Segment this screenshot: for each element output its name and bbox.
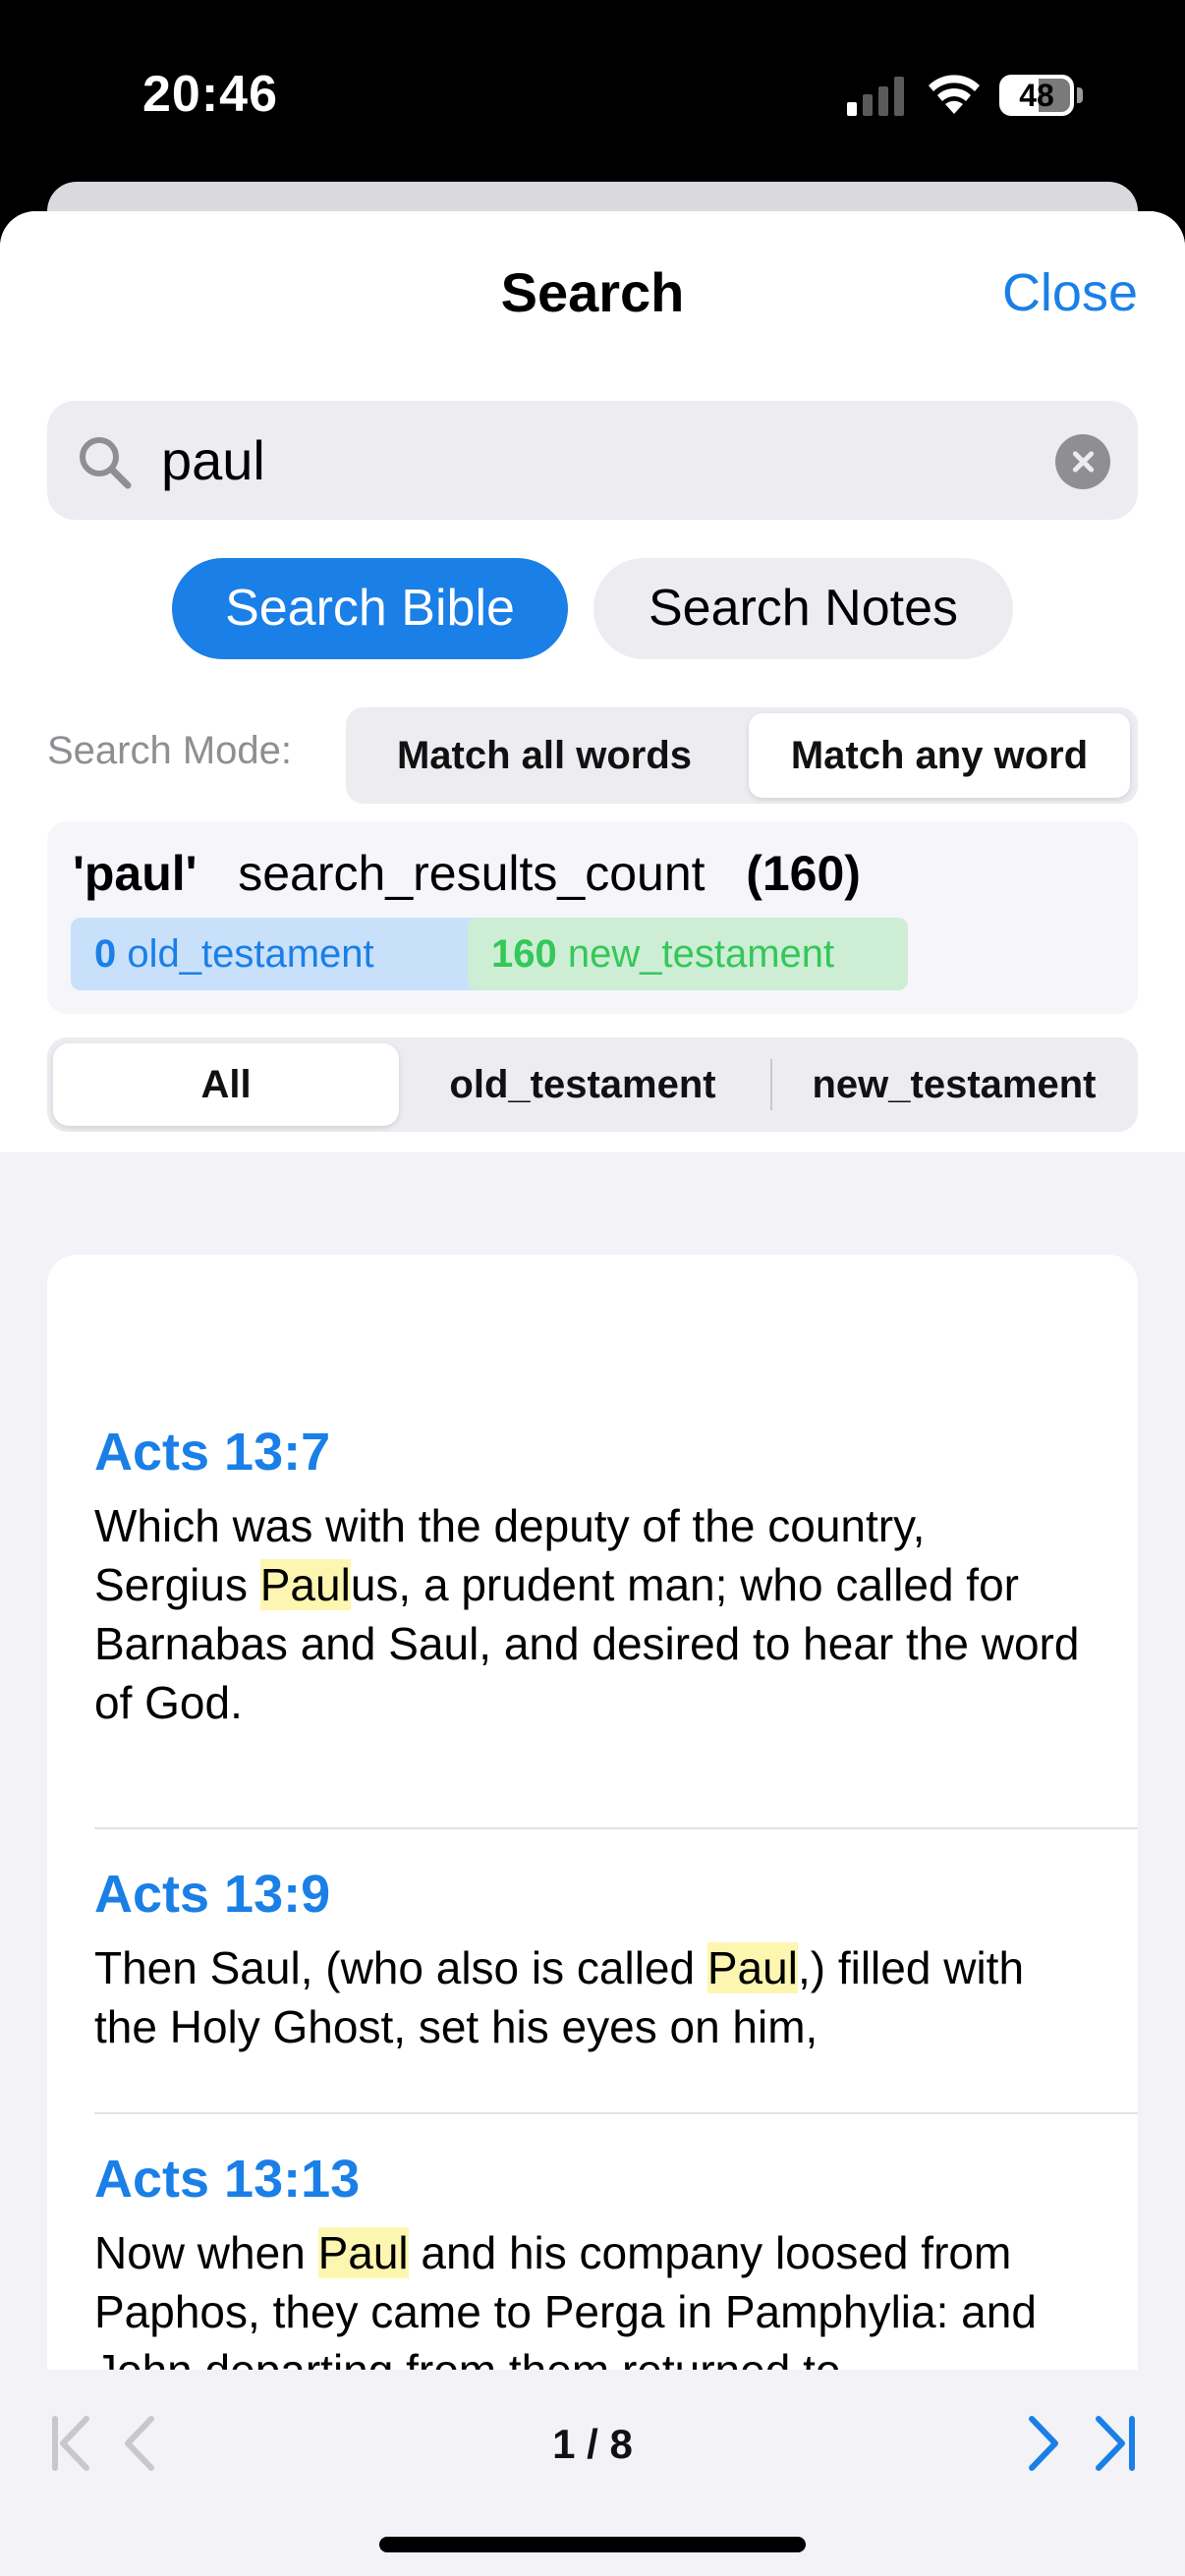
search-highlight: Paul (706, 1942, 798, 1993)
search-mode-segmented-control: Match all words Match any word (346, 707, 1138, 804)
new-testament-count-badge: 160 new_testament (468, 918, 908, 990)
summary-count-label: search_results_count (238, 846, 705, 901)
verse-text: Then Saul, (who also is called Paul,) fi… (94, 1942, 1025, 2052)
home-indicator (379, 2537, 806, 2552)
summary-line: 'paul' search_results_count (160) (73, 845, 861, 902)
divider (94, 1827, 1138, 1829)
pagination-bar: 1 / 8 (0, 2370, 1185, 2576)
verse-text: Which was with the deputy of the country… (94, 1500, 1080, 1728)
search-input[interactable]: paul (47, 401, 1138, 520)
cellular-signal-icon (847, 77, 904, 116)
search-bible-button[interactable]: Search Bible (172, 558, 568, 659)
match-all-words-option[interactable]: Match all words (352, 713, 737, 798)
close-button[interactable]: Close (1002, 262, 1138, 323)
battery-level: 48 (1019, 78, 1054, 113)
filter-all-option[interactable]: All (53, 1043, 399, 1126)
next-page-icon[interactable] (1014, 2409, 1073, 2478)
match-any-word-option[interactable]: Match any word (749, 713, 1130, 798)
summary-query: 'paul' (73, 846, 198, 901)
search-mode-label: Search Mode: (47, 729, 293, 772)
list-item[interactable]: Acts 13:7 Which was with the deputy of t… (94, 1422, 1138, 1732)
search-sheet: Search Close paul Search Bible Search No… (0, 211, 1185, 2576)
page-indicator: 1 / 8 (552, 2421, 633, 2467)
testament-filter-segmented-control: All old_testament new_testament (47, 1037, 1138, 1132)
list-item[interactable]: Acts 13:13 Now when Paul and his company… (94, 2149, 1138, 2400)
battery-icon: 48 (999, 75, 1083, 116)
search-query-text[interactable]: paul (161, 428, 265, 492)
divider (94, 2112, 1138, 2114)
status-bar: 20:46 48 (0, 0, 1185, 187)
clear-search-icon[interactable] (1055, 434, 1110, 489)
filter-old-testament-option[interactable]: old_testament (411, 1043, 755, 1126)
results-summary: 'paul' search_results_count (160) 0 old_… (47, 821, 1138, 1014)
search-icon (80, 437, 132, 489)
search-highlight: Paul (317, 2227, 409, 2278)
filter-new-testament-option[interactable]: new_testament (774, 1043, 1134, 1126)
status-time: 20:46 (142, 66, 278, 123)
search-controls-area: Search Close paul Search Bible Search No… (0, 211, 1185, 1152)
search-highlight: Paul (259, 1559, 351, 1610)
old-testament-count: 0 (94, 932, 117, 976)
old-testament-label: old_testament (127, 932, 374, 976)
segment-divider (770, 1059, 772, 1110)
verse-reference[interactable]: Acts 13:7 (94, 1422, 1138, 1483)
new-testament-count: 160 (491, 932, 557, 976)
summary-count: (160) (746, 846, 861, 901)
verse-reference[interactable]: Acts 13:9 (94, 1864, 1138, 1925)
last-page-icon[interactable] (1085, 2409, 1144, 2478)
old-testament-count-badge: 0 old_testament (71, 918, 489, 990)
search-notes-button[interactable]: Search Notes (593, 558, 1013, 659)
new-testament-label: new_testament (567, 932, 835, 976)
wifi-icon (929, 75, 980, 114)
verse-reference[interactable]: Acts 13:13 (94, 2149, 1138, 2210)
list-item[interactable]: Acts 13:9 Then Saul, (who also is called… (94, 1864, 1138, 2056)
